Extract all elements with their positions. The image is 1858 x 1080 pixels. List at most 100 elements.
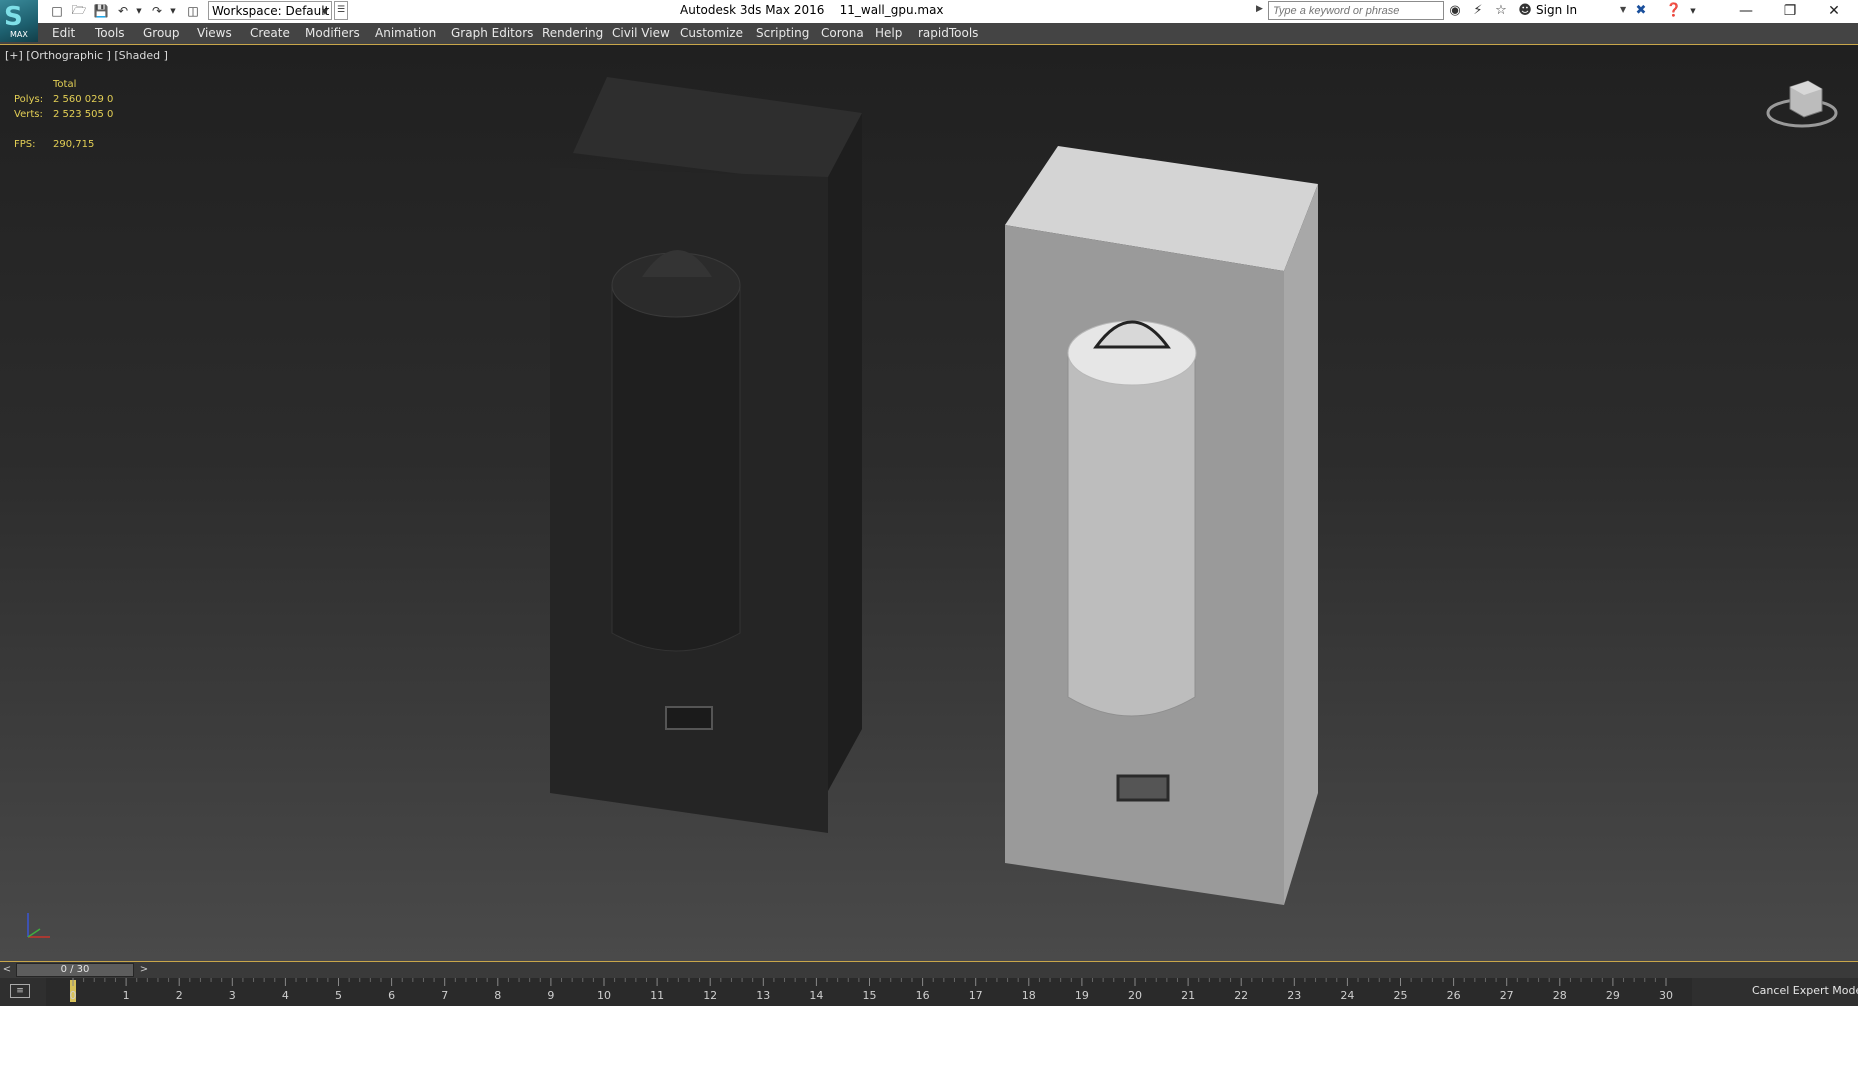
frame-tick-label: 24	[1340, 989, 1354, 1002]
frame-tick-label: 2	[176, 989, 183, 1002]
time-slider-bar: < 0 / 30 >	[0, 962, 1858, 978]
save-icon[interactable]: 💾	[92, 3, 110, 19]
help-icon[interactable]: ❓	[1665, 2, 1683, 20]
redo-dropdown-icon[interactable]: ▼	[164, 3, 182, 19]
frame-tick-label: 21	[1181, 989, 1195, 1002]
menu-help[interactable]: Help	[875, 26, 902, 40]
close-button[interactable]: ✕	[1812, 0, 1856, 22]
binoculars-icon[interactable]: ◉	[1446, 2, 1464, 20]
menu-scripting[interactable]: Scripting	[756, 26, 809, 40]
frame-tick-label: 28	[1553, 989, 1567, 1002]
frame-tick-label: 10	[597, 989, 611, 1002]
light-usb-port	[1116, 774, 1170, 802]
frame-tick-label: 16	[916, 989, 930, 1002]
open-mini-curve-editor-icon[interactable]: ≡	[10, 984, 30, 998]
menu-edit[interactable]: Edit	[52, 26, 75, 40]
frame-tick-label: 19	[1075, 989, 1089, 1002]
frame-tick-label: 18	[1022, 989, 1036, 1002]
frame-tick-label: 26	[1447, 989, 1461, 1002]
track-bar[interactable]: ≡ 0 1 2 3 4 5 6 7 8 9 10 11 12 13 14 15 16 17 18 19 20 21 22 23…	[0, 978, 1858, 1006]
minimize-button[interactable]: —	[1724, 0, 1768, 22]
frame-tick-label: 1	[123, 989, 130, 1002]
frame-tick-label: 15	[863, 989, 877, 1002]
frame-tick-label: 23	[1287, 989, 1301, 1002]
menu-corona[interactable]: Corona	[821, 26, 864, 40]
new-file-icon[interactable]: □	[48, 3, 66, 19]
frame-tick-label: 29	[1606, 989, 1620, 1002]
menu-civil-view[interactable]: Civil View	[612, 26, 670, 40]
dark-wall-gpu-object[interactable]	[550, 77, 862, 833]
menu-animation[interactable]: Animation	[375, 26, 436, 40]
menu-create[interactable]: Create	[250, 26, 290, 40]
project-folder-icon[interactable]: ◫	[184, 3, 202, 19]
search-expand-icon[interactable]: ▶	[1256, 4, 1263, 14]
sign-in-button[interactable]: Sign In	[1536, 3, 1577, 17]
frame-tick-label: 17	[969, 989, 983, 1002]
frame-tick-label: 25	[1394, 989, 1408, 1002]
app-title: Autodesk 3ds Max 2016	[680, 3, 825, 17]
communication-center-icon[interactable]: ⚡	[1469, 2, 1487, 20]
restore-button[interactable]: ❐	[1768, 0, 1812, 22]
app-logo-label: MAX	[10, 30, 28, 39]
light-object-side-face	[1284, 184, 1318, 905]
dark-cylinder	[611, 284, 741, 652]
frame-tick-label: 27	[1500, 989, 1514, 1002]
user-icon: ☻	[1518, 3, 1532, 18]
frame-tick-label: 11	[650, 989, 664, 1002]
axis-tripod-icon	[27, 913, 50, 938]
frame-tick-label: 12	[703, 989, 717, 1002]
menu-tools[interactable]: Tools	[95, 26, 125, 40]
frame-tick-label: 30	[1659, 989, 1673, 1002]
light-cylinder	[1067, 350, 1196, 717]
frame-tick-label: 0	[70, 989, 77, 1002]
application-menu-button[interactable]: S MAX	[0, 0, 38, 42]
next-frame-button[interactable]: >	[137, 962, 151, 978]
undo-dropdown-icon[interactable]: ▼	[130, 3, 148, 19]
help-dropdown-icon[interactable]: ▼	[1684, 2, 1702, 20]
chevron-down-icon[interactable]: ▼	[1620, 5, 1626, 14]
frame-tick-label: 8	[494, 989, 501, 1002]
time-slider[interactable]: 0 / 30	[16, 963, 134, 977]
frame-tick-label: 5	[335, 989, 342, 1002]
frame-tick-label: 20	[1128, 989, 1142, 1002]
dark-usb-port	[665, 706, 713, 730]
menu-customize[interactable]: Customize	[680, 26, 743, 40]
menu-group[interactable]: Group	[143, 26, 180, 40]
app-logo-icon: S	[4, 2, 23, 32]
light-wall-gpu-object[interactable]	[1005, 146, 1318, 905]
workspace-dropdown[interactable]: Workspace: Default ▼	[208, 1, 332, 20]
scene-canvas[interactable]	[0, 45, 1858, 961]
menu-rapidtools[interactable]: rapidTools	[918, 26, 978, 40]
open-file-icon[interactable]: 🗁	[70, 3, 88, 19]
exchange-apps-icon[interactable]: ✖	[1632, 2, 1650, 20]
frame-tick-label: 14	[809, 989, 823, 1002]
time-slider-label: 0 / 30	[60, 964, 90, 975]
title-bar: S MAX □ 🗁 💾 ↶ ▼ ↷ ▼ ◫ Workspace: Default…	[0, 0, 1858, 42]
chevron-down-icon: ▼	[321, 7, 328, 16]
viewport-orthographic[interactable]: [+] [Orthographic ] [Shaded ] Total Poly…	[0, 44, 1858, 962]
cancel-expert-mode-button[interactable]: Cancel Expert Mode	[1752, 984, 1858, 997]
favorites-star-icon[interactable]: ☆	[1492, 2, 1510, 20]
frame-tick-label: 13	[756, 989, 770, 1002]
empty-area	[0, 1006, 1858, 1080]
window-title: Autodesk 3ds Max 2016 11_wall_gpu.max	[680, 3, 1080, 17]
track-area[interactable]: 0 1 2 3 4 5 6 7 8 9 10 11 12 13 14 15 16 17 18 19 20 21 22 23 24…	[46, 978, 1692, 1006]
dark-object-side-face	[828, 113, 862, 791]
frame-tick-label: 3	[229, 989, 236, 1002]
frame-tick-label: 9	[547, 989, 554, 1002]
frame-tick-label: 22	[1234, 989, 1248, 1002]
customize-quick-access-button[interactable]: ☰	[334, 1, 348, 20]
main-menu-bar: Edit Tools Group Views Create Modifiers …	[0, 23, 1858, 45]
frame-tick-label: 4	[282, 989, 289, 1002]
menu-graph-editors[interactable]: Graph Editors	[451, 26, 533, 40]
viewcube[interactable]	[1766, 80, 1838, 128]
menu-views[interactable]: Views	[197, 26, 232, 40]
frame-tick-label: 7	[441, 989, 448, 1002]
menu-rendering[interactable]: Rendering	[542, 26, 603, 40]
search-input[interactable]	[1268, 1, 1444, 20]
menu-modifiers[interactable]: Modifiers	[305, 26, 360, 40]
frame-tick-label: 6	[388, 989, 395, 1002]
frame-ruler: 0 1 2 3 4 5 6 7 8 9 10 11 12 13 14 15 16 17 18 19 20 21 22 23 24…	[70, 978, 1673, 1002]
file-name: 11_wall_gpu.max	[839, 3, 944, 17]
previous-frame-button[interactable]: <	[0, 962, 14, 978]
